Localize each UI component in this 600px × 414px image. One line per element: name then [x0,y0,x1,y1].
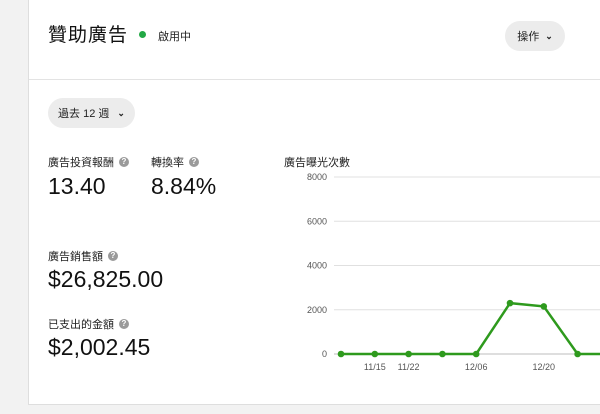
impressions-line-chart: 8000600040002000011/1511/2212/0612/2001/… [307,172,600,372]
card-header: 贊助廣告 啟用中 操作 ⌄ [29,0,600,80]
ad-sales-value: $26,825.00 [48,266,164,292]
data-point[interactable] [472,350,480,358]
y-tick-label: 4000 [307,261,327,271]
x-tick-label: 11/15 [364,362,386,372]
page-title: 贊助廣告 [48,25,129,46]
conversion-rate-label-text: 轉換率 [151,157,184,169]
data-point[interactable] [506,299,514,307]
chevron-down-icon: ⌄ [545,30,553,41]
ad-sales-label-text: 廣告銷售額 [48,251,103,263]
roas-label-text: 廣告投資報酬 [48,157,114,169]
spend-label: 已支出的金額 ? [48,316,129,332]
y-tick-label: 8000 [307,172,327,182]
chevron-down-icon: ⌄ [117,107,125,118]
y-tick-label: 2000 [307,305,327,315]
help-icon[interactable]: ? [108,251,118,261]
roas-label: 廣告投資報酬 ? [48,154,129,170]
y-tick-label: 6000 [307,216,327,226]
data-point[interactable] [371,350,379,358]
x-tick-label: 12/20 [533,362,556,372]
conversion-rate-value: 8.84% [151,173,217,199]
data-point[interactable] [405,350,412,358]
help-icon[interactable]: ? [189,157,199,167]
help-icon[interactable]: ? [119,319,129,329]
actions-label: 操作 [517,31,540,43]
x-tick-label: 11/22 [398,362,420,372]
date-range-label: 過去 12 週 [58,108,110,120]
data-point[interactable] [439,350,446,358]
roas-value: 13.40 [48,173,106,199]
ad-sales-label: 廣告銷售額 ? [48,248,118,264]
data-point[interactable] [574,350,581,358]
status-badge: 啟用中 [158,31,191,43]
y-tick-label: 0 [322,349,327,359]
conversion-rate-label: 轉換率 ? [151,154,199,170]
series-line [341,301,600,356]
spend-value: $2,002.45 [48,334,151,360]
data-point[interactable] [540,303,548,310]
actions-dropdown-button[interactable]: 操作 ⌄ [505,21,565,51]
help-icon[interactable]: ? [119,157,129,167]
date-range-dropdown[interactable]: 過去 12 週 ⌄ [48,98,135,128]
x-tick-label: 12/06 [465,362,488,372]
data-point[interactable] [337,350,345,358]
spend-label-text: 已支出的金額 [48,319,114,331]
status-dot-icon [139,31,146,38]
sponsored-ads-card: 贊助廣告 啟用中 操作 ⌄ 過去 12 週 ⌄ 廣告投資報酬 ? 13.40 轉… [28,0,600,405]
